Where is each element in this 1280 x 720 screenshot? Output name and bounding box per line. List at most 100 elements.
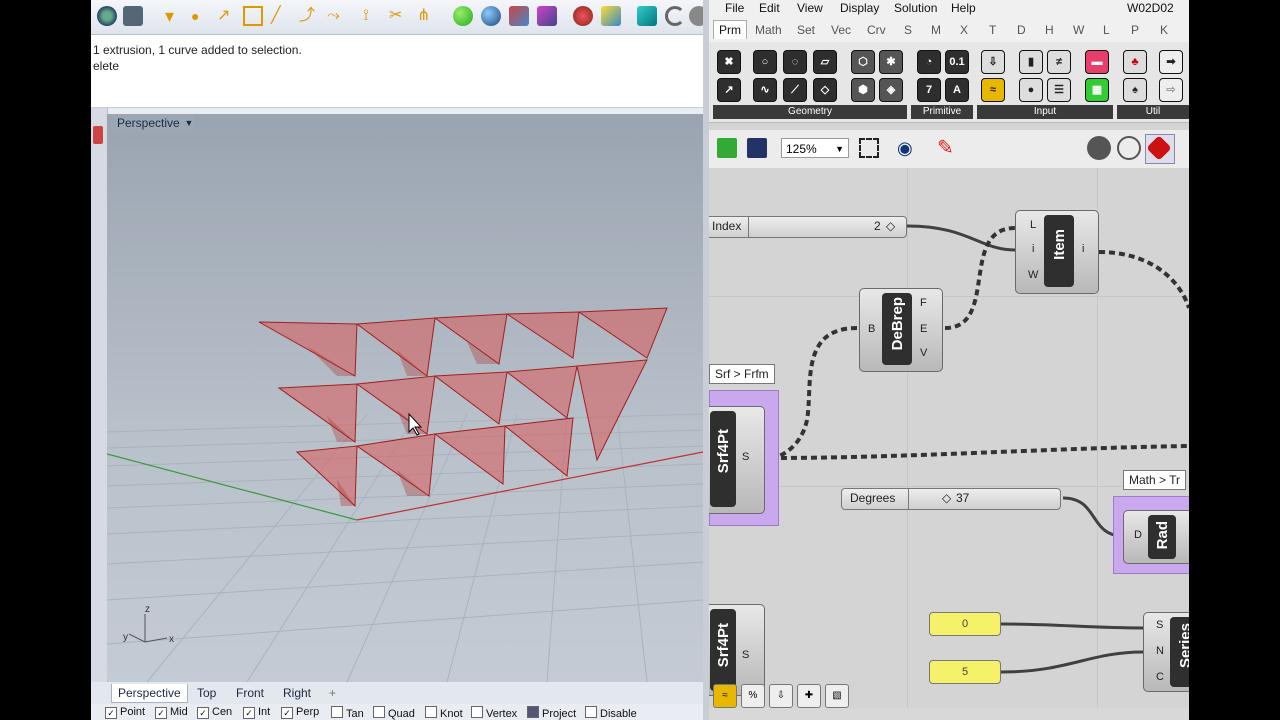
tab-m[interactable]: M: [931, 23, 941, 37]
debrep-output-e[interactable]: E: [920, 323, 927, 335]
degrees-slider[interactable]: Degrees ◇ 37: [841, 488, 1061, 510]
slider-handle-icon[interactable]: ◇: [886, 219, 895, 233]
tab-x[interactable]: X: [960, 23, 968, 37]
item-output-i[interactable]: i: [1082, 243, 1084, 255]
cube-icon[interactable]: [601, 6, 621, 26]
render-sphere-icon[interactable]: [481, 6, 501, 26]
gradient-icon[interactable]: ▬: [1085, 50, 1109, 74]
save-file-icon[interactable]: [747, 138, 767, 158]
wireframe-icon[interactable]: [1117, 136, 1141, 160]
radians-component[interactable]: D Rad: [1123, 510, 1189, 564]
split-icon[interactable]: ⋔: [417, 6, 437, 26]
osnap-perp[interactable]: ✓ Perp: [281, 706, 319, 719]
rectangle-icon[interactable]: [243, 6, 263, 26]
osnap-int[interactable]: ✓ Int: [243, 706, 270, 719]
surface-param-icon[interactable]: ◈: [879, 78, 903, 102]
tab-math[interactable]: Math: [755, 23, 782, 37]
tab-p[interactable]: P: [1131, 23, 1139, 37]
tab-set[interactable]: Set: [797, 23, 815, 37]
print-icon[interactable]: [123, 6, 143, 26]
tab-d[interactable]: D: [1017, 23, 1026, 37]
debrep-input-b[interactable]: B: [868, 323, 875, 335]
fillet-icon[interactable]: ⟟: [363, 6, 383, 26]
rad-input-d[interactable]: D: [1134, 529, 1142, 541]
viewport-title[interactable]: Perspective: [111, 114, 186, 132]
arc-icon[interactable]: [665, 6, 685, 26]
series-input-s[interactable]: S: [1156, 619, 1163, 631]
tab-l[interactable]: L: [1103, 23, 1110, 37]
debrep-component[interactable]: B DeBrep F E V: [859, 288, 943, 372]
tab-s[interactable]: S: [904, 23, 912, 37]
vector-param-icon[interactable]: ↗: [717, 78, 741, 102]
perspective-viewport[interactable]: z y x Perspective ▼: [107, 114, 703, 682]
graph-mapper-icon[interactable]: ≈: [981, 78, 1005, 102]
open-file-icon[interactable]: [717, 138, 737, 158]
osnap-quad[interactable]: Quad: [373, 706, 415, 720]
series-input-c[interactable]: C: [1156, 671, 1164, 683]
slider-icon[interactable]: ≠: [1047, 50, 1071, 74]
polyline-icon[interactable]: ⤴: [299, 6, 319, 26]
series-input-n[interactable]: N: [1156, 645, 1164, 657]
toggle-icon[interactable]: ▮: [1019, 50, 1043, 74]
tab-perspective[interactable]: Perspective: [111, 684, 188, 703]
ribbon-group-input[interactable]: Input: [977, 105, 1113, 119]
tree-icon[interactable]: ♠: [1123, 78, 1147, 102]
osnap-project[interactable]: Project: [527, 706, 576, 720]
series-component[interactable]: S N C Series: [1143, 612, 1189, 692]
srf4pt-output-s[interactable]: S: [742, 451, 749, 463]
rect-param-icon[interactable]: ▱: [813, 50, 837, 74]
srf4pt-component[interactable]: Srf4Pt S: [709, 406, 765, 514]
item-input-l[interactable]: L: [1030, 219, 1036, 231]
slider-handle-icon[interactable]: ◇: [942, 491, 951, 505]
tab-k[interactable]: K: [1160, 23, 1168, 37]
list-item-component[interactable]: L i W Item i: [1015, 210, 1099, 294]
tab-t[interactable]: T: [989, 23, 996, 37]
left-tool-icon[interactable]: [93, 126, 103, 144]
arrow-right-outline-icon[interactable]: ⇨: [1159, 78, 1183, 102]
button-icon[interactable]: ●: [1019, 78, 1043, 102]
osnap-vertex[interactable]: Vertex: [471, 706, 517, 720]
ribbon-group-geometry[interactable]: Geometry: [713, 105, 907, 119]
arrow-icon[interactable]: ↗: [217, 6, 237, 26]
box-icon[interactable]: [637, 6, 657, 26]
panel-five[interactable]: 5: [929, 660, 1001, 684]
tab-prm[interactable]: Prm: [713, 20, 747, 39]
zoom-level-select[interactable]: 125% ▼: [781, 138, 849, 158]
download-icon[interactable]: ⇩: [769, 684, 793, 708]
import-icon[interactable]: ⇩: [981, 50, 1005, 74]
menu-help[interactable]: Help: [951, 1, 976, 15]
boolean-icon[interactable]: [509, 6, 529, 26]
integer-param-icon[interactable]: 7: [917, 78, 941, 102]
circle-param-icon[interactable]: ○: [753, 50, 777, 74]
item-input-i[interactable]: i: [1032, 243, 1034, 255]
dot-icon[interactable]: ●: [191, 6, 211, 26]
cherry-icon[interactable]: ♣: [1123, 50, 1147, 74]
panel-zero[interactable]: 0: [929, 612, 1001, 636]
debrep-output-v[interactable]: V: [920, 347, 927, 359]
index-slider[interactable]: Index 2 ◇: [709, 216, 907, 238]
menu-view[interactable]: View: [797, 1, 823, 15]
osnap-cen[interactable]: ✓ Cen: [197, 706, 232, 719]
arrow-right-icon[interactable]: ➡: [1159, 50, 1183, 74]
cylinder-icon[interactable]: [689, 6, 703, 26]
box-param-icon[interactable]: ⬡: [851, 50, 875, 74]
tab-w[interactable]: W: [1073, 23, 1084, 37]
debrep-output-f[interactable]: F: [920, 297, 927, 309]
srf4pt2-output-s[interactable]: S: [742, 649, 749, 661]
shaded-preview-icon[interactable]: [1145, 134, 1175, 164]
text-param-icon[interactable]: A: [945, 78, 969, 102]
osnap-disable[interactable]: Disable: [585, 706, 637, 720]
value-list-icon[interactable]: ☰: [1047, 78, 1071, 102]
viewport-menu-arrow-icon[interactable]: ▼: [183, 114, 195, 132]
osnap-mid[interactable]: ✓ Mid: [155, 706, 188, 719]
tab-h[interactable]: H: [1045, 23, 1054, 37]
osnap-tan[interactable]: Tan: [331, 706, 364, 720]
menu-file[interactable]: File: [725, 1, 744, 15]
ribbon-group-util[interactable]: Util: [1117, 105, 1189, 119]
gh-canvas[interactable]: Index 2 ◇ L i W Item i B DeBrep F E V Sr…: [709, 168, 1189, 708]
ribbon-group-primitive[interactable]: Primitive: [911, 105, 973, 119]
number-param-icon[interactable]: 0.1: [945, 50, 969, 74]
osnap-point[interactable]: ✓ Point: [105, 706, 145, 719]
curve-param-icon[interactable]: ∿: [753, 78, 777, 102]
expression-icon[interactable]: %: [741, 684, 765, 708]
